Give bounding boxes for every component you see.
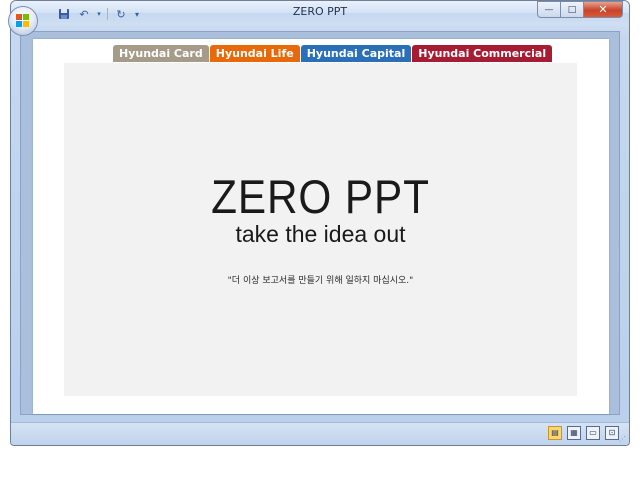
maximize-button[interactable]: □ bbox=[560, 1, 584, 18]
tab-hyundai-commercial[interactable]: Hyundai Commercial bbox=[412, 45, 553, 62]
tab-hyundai-card[interactable]: Hyundai Card bbox=[113, 45, 209, 62]
content-panel: ZERO PPT take the idea out "더 이상 보고서를 만들… bbox=[64, 63, 577, 396]
resize-grip-icon[interactable]: ⋰ bbox=[619, 435, 627, 443]
tab-hyundai-life[interactable]: Hyundai Life bbox=[209, 45, 300, 62]
office-button[interactable] bbox=[8, 6, 38, 36]
tagline: take the idea out bbox=[235, 221, 406, 247]
window-controls: — □ ✕ bbox=[537, 1, 623, 18]
title-bar: ↶ ▾ ↻ ▾ ZERO PPT — □ ✕ bbox=[11, 1, 629, 25]
slide-sorter-icon[interactable]: ▦ bbox=[567, 426, 581, 440]
headline: ZERO PPT bbox=[211, 170, 430, 223]
normal-view-icon[interactable]: ▤ bbox=[548, 426, 562, 440]
fit-to-window-icon[interactable]: ⊡ bbox=[605, 426, 619, 440]
close-button[interactable]: ✕ bbox=[583, 1, 623, 18]
brand-tabs: Hyundai Card Hyundai Life Hyundai Capita… bbox=[113, 45, 553, 62]
status-bar: ▤ ▦ ▭ ⊡ ⋰ bbox=[11, 422, 629, 445]
minimize-button[interactable]: — bbox=[537, 1, 561, 18]
slideshow-icon[interactable]: ▭ bbox=[586, 426, 600, 440]
slide[interactable]: Hyundai Card Hyundai Life Hyundai Capita… bbox=[33, 39, 609, 414]
office-logo-icon bbox=[16, 14, 30, 28]
app-window: ↶ ▾ ↻ ▾ ZERO PPT — □ ✕ Hyundai Card Hyun… bbox=[10, 0, 630, 446]
view-buttons: ▤ ▦ ▭ ⊡ bbox=[548, 426, 619, 440]
tab-hyundai-capital[interactable]: Hyundai Capital bbox=[300, 45, 412, 62]
document-area: Hyundai Card Hyundai Life Hyundai Capita… bbox=[20, 31, 620, 415]
quote: "더 이상 보고서를 만들기 위해 일하지 마십시오." bbox=[227, 276, 414, 286]
